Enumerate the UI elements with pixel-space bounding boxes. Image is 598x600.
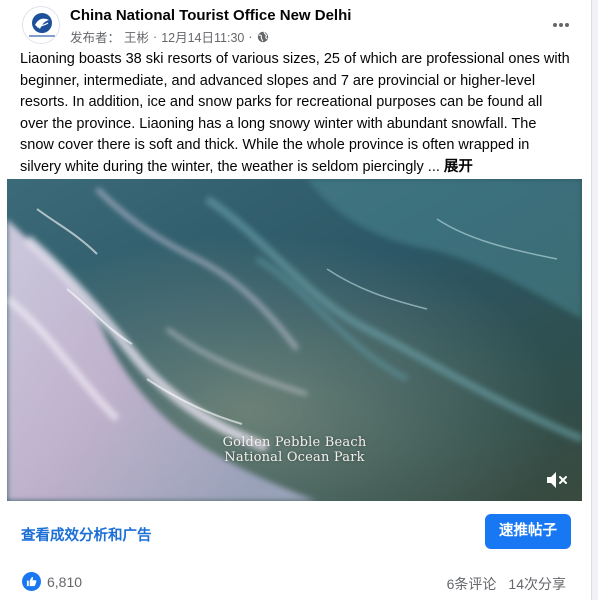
more-options-icon[interactable] [548, 12, 574, 38]
video-player[interactable]: Golden Pebble Beach National Ocean Park [7, 179, 582, 501]
post-timestamp[interactable]: 12月14日11:30 [161, 27, 244, 46]
publisher-label: 发布者： [70, 31, 121, 45]
see-more-link[interactable]: 展开 [444, 159, 473, 175]
caption-line-1: Golden Pebble Beach [222, 435, 367, 450]
insights-and-ads-link[interactable]: 查看成效分析和广告 [21, 524, 152, 545]
meta-separator: · [248, 29, 253, 44]
post-text: Liaoning boasts 38 ski resorts of variou… [20, 49, 572, 179]
page-name[interactable]: China National Tourist Office New Delhi [70, 7, 351, 24]
post-card: China National Tourist Office New Delhi … [0, 0, 592, 600]
video-caption: Golden Pebble Beach National Ocean Park [7, 435, 582, 465]
page-avatar[interactable] [22, 6, 60, 44]
globe-icon [257, 31, 269, 43]
post-action-bar: 查看成效分析和广告 速推帖子 [20, 514, 572, 550]
engagement-stats: 6,810 6条评论 14次分享 [20, 570, 572, 594]
post-header: China National Tourist Office New Delhi … [20, 4, 580, 46]
comment-count[interactable]: 6条评论 [447, 576, 497, 592]
meta-separator: · [153, 29, 158, 44]
comment-share-counts: 6条评论 14次分享 [447, 574, 566, 594]
share-count[interactable]: 14次分享 [508, 576, 566, 592]
like-icon[interactable] [22, 572, 41, 591]
like-count[interactable]: 6,810 [47, 574, 82, 590]
post-meta: 发布者： 王彬 · 12月14日11:30 · [70, 27, 269, 46]
boost-post-button[interactable]: 速推帖子 [485, 514, 571, 549]
caption-line-2: National Ocean Park [224, 450, 365, 465]
speaker-muted-icon[interactable] [544, 469, 570, 491]
publisher-name[interactable]: 王彬 [124, 27, 149, 46]
post-body: Liaoning boasts 38 ski resorts of variou… [20, 51, 570, 175]
